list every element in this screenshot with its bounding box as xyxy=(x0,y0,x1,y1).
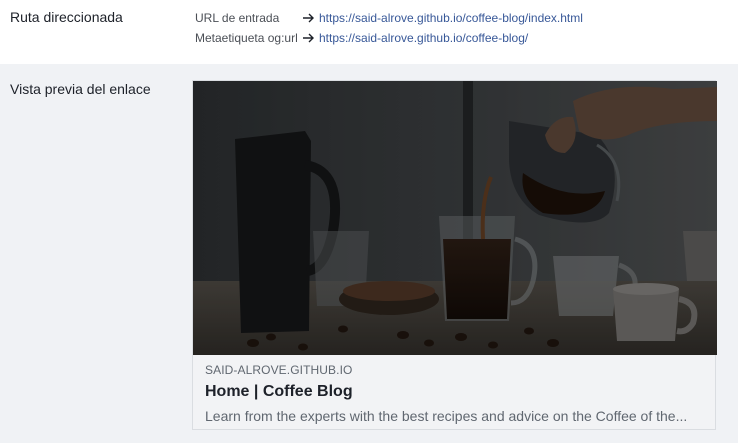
preview-section-label: Vista previa del enlace xyxy=(10,81,151,97)
og-url-key: Metaetiqueta og:url xyxy=(195,31,298,45)
preview-image xyxy=(193,81,717,355)
link-preview-card[interactable]: SAID-ALROVE.GITHUB.IO Home | Coffee Blog… xyxy=(192,80,717,430)
card-description: Learn from the experts with the best rec… xyxy=(205,408,688,424)
card-body: SAID-ALROVE.GITHUB.IO Home | Coffee Blog… xyxy=(205,362,703,426)
redirect-section-label: Ruta direccionada xyxy=(10,9,123,25)
redirect-section: Ruta direccionada URL de entrada https:/… xyxy=(0,0,738,64)
og-url-row: Metaetiqueta og:url https://said-alrove.… xyxy=(195,31,528,45)
input-url-row: URL de entrada https://said-alrove.githu… xyxy=(195,11,583,25)
arrow-right-icon xyxy=(303,13,314,23)
card-title[interactable]: Home | Coffee Blog xyxy=(205,382,703,402)
og-url-link[interactable]: https://said-alrove.github.io/coffee-blo… xyxy=(319,31,528,45)
arrow-right-icon xyxy=(303,33,314,43)
preview-section: Vista previa del enlace SAID-ALROVE.GITH… xyxy=(0,64,738,443)
input-url-key: URL de entrada xyxy=(195,11,280,25)
card-domain: SAID-ALROVE.GITHUB.IO xyxy=(205,363,353,377)
input-url-link[interactable]: https://said-alrove.github.io/coffee-blo… xyxy=(319,11,583,25)
